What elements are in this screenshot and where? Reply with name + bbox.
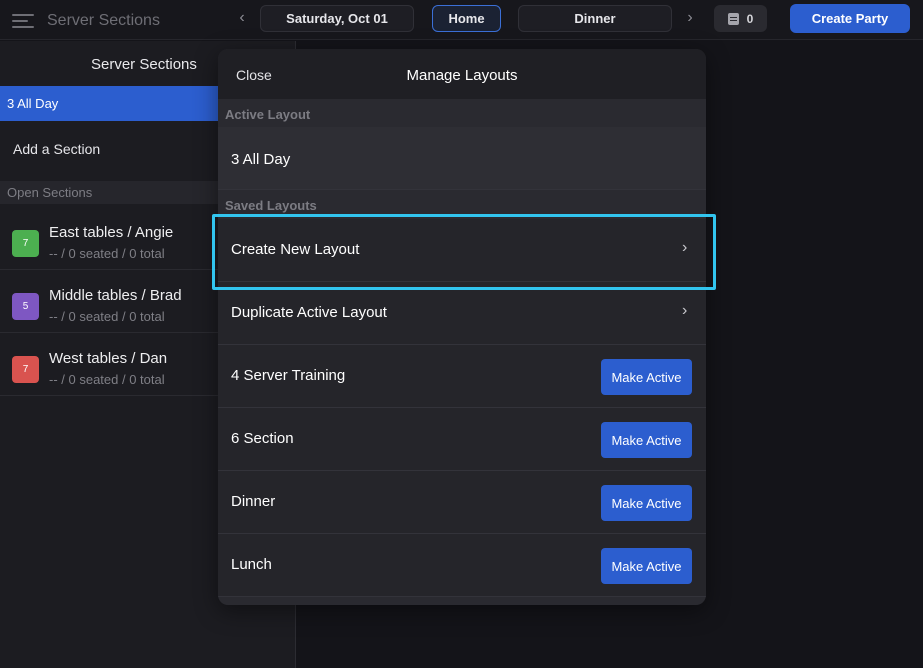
section-badge: 5 (12, 293, 39, 320)
saved-layout-row: 6 Section Make Active (218, 408, 706, 471)
saved-layout-row: Lunch Make Active (218, 534, 706, 597)
saved-layout-label: Lunch (231, 556, 272, 573)
chevron-right-icon: › (682, 302, 688, 319)
menu-icon[interactable] (12, 14, 34, 28)
chevron-right-icon: › (682, 239, 688, 256)
section-stats: -- / 0 seated / 0 total (49, 372, 165, 387)
make-active-button[interactable]: Make Active (601, 422, 692, 458)
saved-layout-label: 6 Section (231, 430, 294, 447)
date-selector[interactable]: Saturday, Oct 01 (260, 5, 414, 32)
top-bar: Server Sections ‹ Saturday, Oct 01 Home … (0, 0, 923, 40)
create-new-layout-row[interactable]: Create New Layout › (218, 219, 706, 282)
manage-layouts-modal: Close Manage Layouts Active Layout 3 All… (218, 49, 706, 605)
count-value: 0 (746, 11, 754, 26)
make-active-button[interactable]: Make Active (601, 548, 692, 584)
section-name: East tables / Angie (49, 224, 174, 241)
saved-layout-row: Dinner Make Active (218, 471, 706, 534)
duplicate-active-layout-label: Duplicate Active Layout (231, 304, 387, 321)
active-layout-label: 3 All Day (231, 151, 291, 168)
modal-title: Manage Layouts (406, 67, 518, 84)
sidebar-title: Server Sections (91, 56, 197, 73)
modal-header: Close Manage Layouts (218, 49, 706, 99)
create-new-layout-label: Create New Layout (231, 241, 360, 258)
calendar-icon (727, 12, 739, 25)
saved-layout-label: 4 Server Training (231, 367, 346, 384)
active-layout-header: Active Layout (225, 107, 311, 122)
home-button[interactable]: Home (432, 5, 501, 32)
make-active-button[interactable]: Make Active (601, 485, 692, 521)
section-badge: 7 (12, 230, 39, 257)
add-section-button[interactable]: Add a Section (13, 141, 100, 157)
saved-layouts-header: Saved Layouts (225, 198, 317, 213)
make-active-button[interactable]: Make Active (601, 359, 692, 395)
section-stats: -- / 0 seated / 0 total (49, 309, 165, 324)
create-party-button[interactable]: Create Party (790, 4, 910, 33)
saved-layout-row: 4 Server Training Make Active (218, 345, 706, 408)
chevron-right-icon[interactable]: › (680, 9, 700, 27)
chevron-left-icon[interactable]: ‹ (232, 9, 252, 27)
meal-selector[interactable]: Dinner (518, 5, 672, 32)
saved-layout-label: Dinner (231, 493, 276, 510)
active-layout-row: 3 All Day (218, 127, 706, 190)
app-title: Server Sections (47, 12, 160, 29)
section-badge: 7 (12, 356, 39, 383)
section-name: Middle tables / Brad (49, 287, 182, 304)
section-name: West tables / Dan (49, 350, 168, 367)
reservations-count[interactable]: 0 (714, 5, 767, 32)
duplicate-active-layout-row[interactable]: Duplicate Active Layout › (218, 282, 706, 345)
section-stats: -- / 0 seated / 0 total (49, 246, 165, 261)
